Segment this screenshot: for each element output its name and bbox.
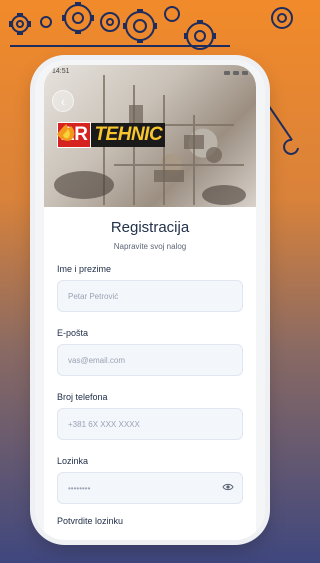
full-name-input[interactable]: Petar Petrović xyxy=(57,280,243,312)
registration-form: Registracija Napravite svoj nalog Ime i … xyxy=(44,207,256,540)
phone-frame: 14:51 ‹ AR TEHNIC Registracija Napravite… xyxy=(35,60,265,540)
email-label: E-pošta xyxy=(57,328,89,338)
full-name-label: Ime i prezime xyxy=(57,264,112,274)
status-icons xyxy=(224,68,248,78)
gear-icon xyxy=(40,16,52,28)
gear-icon xyxy=(11,15,29,33)
phone-side-button xyxy=(265,190,268,230)
status-bar: 14:51 xyxy=(52,68,248,78)
eye-icon[interactable] xyxy=(222,482,234,492)
flame-icon xyxy=(57,124,75,141)
confirm-password-label: Potvrdite lozinku xyxy=(57,516,124,526)
phone-placeholder: +381 6X XXX XXXX xyxy=(68,419,140,429)
artehnic-logo: AR TEHNIC xyxy=(57,122,166,148)
email-input[interactable]: vas@email.com xyxy=(57,344,243,376)
hero-image: 14:51 ‹ AR TEHNIC xyxy=(44,65,256,207)
back-arrow-icon: ‹ xyxy=(60,93,66,109)
status-time: 14:51 xyxy=(52,68,70,75)
password-input[interactable]: •••••••• xyxy=(57,472,243,504)
full-name-placeholder: Petar Petrović xyxy=(68,291,119,301)
logo-text-part2: TEHNIC xyxy=(91,123,166,147)
phone-label: Broj telefona xyxy=(57,392,108,402)
password-label: Lozinka xyxy=(57,456,89,466)
password-placeholder: •••••••• xyxy=(68,483,91,493)
email-placeholder: vas@email.com xyxy=(68,355,126,365)
back-button[interactable]: ‹ xyxy=(52,90,74,112)
page-subtitle: Napravite svoj nalog xyxy=(113,242,187,251)
phone-input[interactable]: +381 6X XXX XXXX xyxy=(57,408,243,440)
page-title: Registracija xyxy=(110,219,190,236)
app-screen: 14:51 ‹ AR TEHNIC Registracija Napravite… xyxy=(44,65,256,540)
